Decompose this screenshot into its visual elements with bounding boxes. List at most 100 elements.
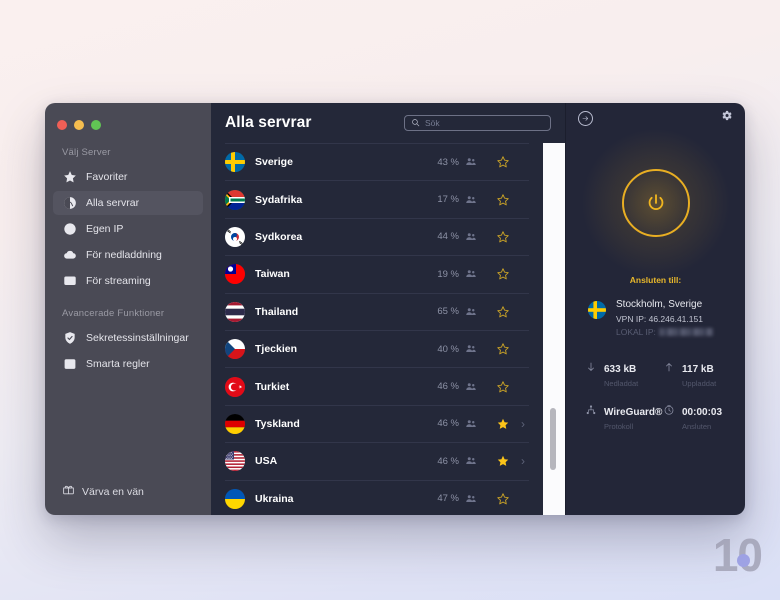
table-row[interactable]: Sydafrika17 %› (225, 180, 529, 217)
server-load-people-icon (465, 493, 477, 505)
chevron-right-icon[interactable]: › (517, 418, 529, 430)
sidebar-item-favoriter[interactable]: Favoriter (53, 165, 203, 189)
table-row[interactable]: Sydkorea44 %› (225, 217, 529, 255)
connected-location: Stockholm, Sverige (616, 299, 703, 310)
table-row[interactable]: Turkiet46 %› (225, 367, 529, 404)
favorite-star-icon[interactable] (495, 155, 510, 169)
server-country-name: Sydkorea (255, 230, 303, 243)
sidebar-item-for-streaming[interactable]: För streaming (53, 269, 203, 293)
power-toggle-button[interactable] (621, 169, 690, 237)
connection-panel: Ansluten till: Stockholm, Sverige VPN IP… (565, 103, 745, 515)
favorite-star-icon[interactable] (495, 193, 510, 207)
favorite-star-icon[interactable] (495, 454, 510, 468)
local-ip-label: LOKAL IP: (616, 327, 656, 337)
arrow-down-icon (584, 359, 597, 388)
watermark-dot (737, 554, 750, 567)
server-load-percent: 17 % (437, 194, 459, 206)
stat-item: 00:00:03 Ansluten (662, 402, 740, 431)
server-load-percent: 46 % (437, 455, 459, 467)
favorite-star-icon[interactable] (495, 342, 510, 356)
watermark-text: 10 (712, 529, 763, 581)
stat-row: WireGuard® Protokoll 00:00:03 Ansluten (584, 402, 745, 431)
search-field[interactable] (404, 115, 551, 131)
list-scrollbar-thumb[interactable] (550, 408, 556, 470)
cloud-download-icon (62, 248, 77, 263)
table-row[interactable]: USA 46 % › (225, 442, 529, 479)
monitor-play-icon (62, 274, 77, 289)
server-country-name: Sydafrika (255, 193, 303, 206)
country-flag-icon (225, 451, 245, 472)
stat-item: 117 kB Uppladdat (662, 359, 740, 388)
table-row[interactable]: Tjeckien40 %› (225, 329, 529, 367)
favorite-star-icon[interactable] (495, 230, 510, 244)
stat-item: WireGuard® Protokoll (584, 402, 662, 431)
sidebar-item-label: Smarta regler (86, 358, 150, 370)
server-load-percent: 44 % (437, 231, 459, 243)
server-country-name: Turkiet (255, 380, 290, 393)
favorite-star-icon[interactable] (495, 380, 510, 394)
country-flag-icon (225, 413, 245, 434)
favorite-star-icon[interactable] (495, 305, 510, 319)
server-load-percent: 43 % (437, 156, 459, 168)
sidebar-item-label: Favoriter (86, 171, 128, 183)
country-flag-icon (225, 189, 245, 210)
minimize-window-button[interactable] (74, 120, 84, 130)
sidebar-item-label: Alla servrar (86, 197, 140, 209)
table-row[interactable]: Taiwan19 %› (225, 255, 529, 292)
network-icon (584, 402, 597, 431)
rules-list-icon (62, 357, 77, 372)
table-row[interactable]: Thailand65 %› (225, 292, 529, 330)
connected-flag-icon (588, 301, 606, 319)
favorite-star-icon[interactable] (495, 267, 510, 281)
stat-text: 117 kB Uppladdat (682, 359, 716, 388)
search-icon (411, 114, 420, 132)
shield-check-icon (62, 331, 77, 346)
table-row[interactable]: Tyskland 46 % › (225, 404, 529, 442)
close-window-button[interactable] (57, 120, 67, 130)
server-load-people-icon (465, 418, 477, 430)
stat-label: Protokoll (604, 422, 634, 431)
sidebar-item-smarta-regler[interactable]: Smarta regler (53, 352, 203, 376)
country-flag-icon (225, 301, 245, 322)
country-flag-icon (225, 488, 245, 509)
clock-icon (662, 402, 675, 431)
stat-label: Nedladdat (604, 379, 639, 388)
sidebar-item-sekretessinstallningar[interactable]: Sekretessinställningar (53, 326, 203, 350)
server-load-people-icon (465, 156, 477, 168)
sidebar-item-egen-ip[interactable]: Egen IP (53, 217, 203, 241)
power-button-zone (566, 128, 745, 278)
server-load-percent: 65 % (437, 306, 459, 318)
table-row[interactable]: Sverige43 %› (225, 143, 529, 180)
server-country-name: Thailand (255, 305, 299, 318)
arrow-up-icon (662, 359, 675, 388)
refer-a-friend-button[interactable]: Värva en vän (45, 483, 211, 515)
gear-icon[interactable] (720, 109, 733, 127)
server-list-header: Alla servrar (211, 103, 565, 143)
stat-value: WireGuard® (604, 407, 663, 418)
sidebar-section-label-advanced: Avancerade Funktioner (62, 308, 165, 319)
sidebar-section-label-servers: Välj Server (62, 147, 111, 158)
stat-text: 633 kB Nedladdat (604, 359, 638, 388)
chevron-right-icon[interactable]: › (517, 455, 529, 467)
favorite-star-icon[interactable] (495, 417, 510, 431)
connection-stats: 633 kB Nedladdat 117 kB Uppladdat WireGuard®… (566, 359, 745, 445)
vpn-ip-value: VPN IP: 46.246.41.151 (616, 314, 703, 324)
refer-a-friend-label: Värva en vän (82, 486, 144, 498)
maximize-window-button[interactable] (91, 120, 101, 130)
sidebar-item-label: För streaming (86, 275, 151, 287)
local-ip-redacted (658, 328, 713, 336)
favorite-star-icon[interactable] (495, 492, 510, 506)
server-load-people-icon (465, 231, 477, 243)
sidebar-item-alla-servrar[interactable]: Alla servrar (53, 191, 203, 215)
list-scrollbar-track[interactable] (543, 143, 565, 515)
server-country-name: Taiwan (255, 268, 290, 281)
stat-value: 00:00:03 (682, 407, 723, 418)
search-input[interactable] (425, 118, 544, 128)
table-row[interactable]: Ukraina47 %› (225, 479, 529, 515)
sidebar-item-for-nedladdning[interactable]: För nedladdning (53, 243, 203, 267)
server-country-name: Tjeckien (255, 343, 298, 356)
server-load-people-icon (465, 381, 477, 393)
arrow-right-circle-icon[interactable] (578, 110, 593, 126)
local-ip-row: LOKAL IP: (616, 327, 713, 337)
